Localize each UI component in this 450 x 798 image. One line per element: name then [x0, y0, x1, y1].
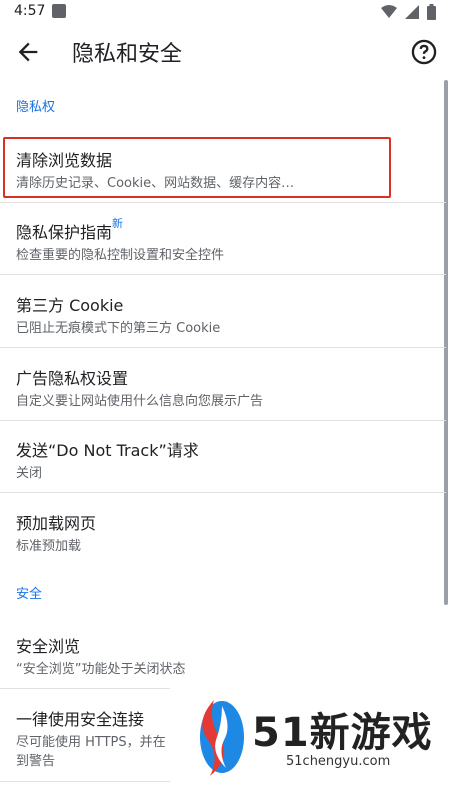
section-header-security: 安全	[16, 587, 43, 602]
app-bar: 隐私和安全	[0, 24, 450, 80]
privacy-guide-item[interactable]: 隐私保护指南新 检查重要的隐私控制设置和安全控件	[0, 203, 446, 275]
safe-browsing-item[interactable]: 安全浏览 “安全浏览”功能处于关闭状态	[0, 617, 446, 689]
preload-pages-item[interactable]: 预加载网页 标准预加载	[0, 494, 446, 566]
row-title: 一律使用安全连接	[16, 710, 145, 729]
battery-icon	[427, 4, 436, 20]
row-subtitle: 自定义要让网站使用什么信息向您展示广告	[16, 394, 264, 409]
page-title: 隐私和安全	[72, 42, 183, 67]
watermark-text: 51新游戏	[252, 710, 433, 756]
notification-app-icon	[52, 4, 66, 18]
status-icons	[381, 4, 436, 20]
row-subtitle: 关闭	[16, 466, 43, 481]
row-subtitle: “安全浏览”功能处于关闭状态	[16, 662, 186, 677]
row-subtitle: 检查重要的隐私控制设置和安全控件	[16, 248, 225, 263]
row-title: 安全浏览	[16, 637, 81, 656]
new-badge: 新	[112, 217, 124, 230]
status-time: 4:57	[14, 3, 46, 19]
row-subtitle: 尽可能使用 HTTPS，并在	[16, 735, 166, 750]
row-title: 第三方 Cookie	[16, 296, 124, 315]
row-title-text: 隐私保护指南	[16, 223, 113, 242]
row-title: 广告隐私权设置	[16, 369, 129, 388]
row-title: 预加载网页	[16, 514, 97, 533]
row-title: 发送“Do Not Track”请求	[16, 441, 199, 460]
ad-privacy-item[interactable]: 广告隐私权设置 自定义要让网站使用什么信息向您展示广告	[0, 349, 446, 421]
back-arrow-icon[interactable]	[14, 38, 42, 66]
status-bar: 4:57	[0, 0, 450, 24]
row-title: 隐私保护指南新	[16, 217, 124, 243]
wifi-icon	[381, 5, 397, 18]
third-party-cookies-item[interactable]: 第三方 Cookie 已阻止无痕模式下的第三方 Cookie	[0, 276, 446, 348]
help-icon[interactable]	[410, 38, 438, 66]
highlight-annotation	[3, 137, 391, 198]
do-not-track-item[interactable]: 发送“Do Not Track”请求 关闭	[0, 421, 446, 493]
watermark-url: 51chengyu.com	[286, 754, 391, 769]
signal-icon	[405, 5, 419, 19]
section-header-privacy: 隐私权	[16, 100, 56, 115]
row-subtitle: 标准预加载	[16, 539, 82, 554]
row-subtitle: 已阻止无痕模式下的第三方 Cookie	[16, 321, 221, 336]
watermark: 51新游戏 51chengyu.com	[170, 688, 450, 784]
watermark-logo-icon	[200, 700, 244, 776]
row-subtitle-line2: 到警告	[16, 754, 56, 769]
